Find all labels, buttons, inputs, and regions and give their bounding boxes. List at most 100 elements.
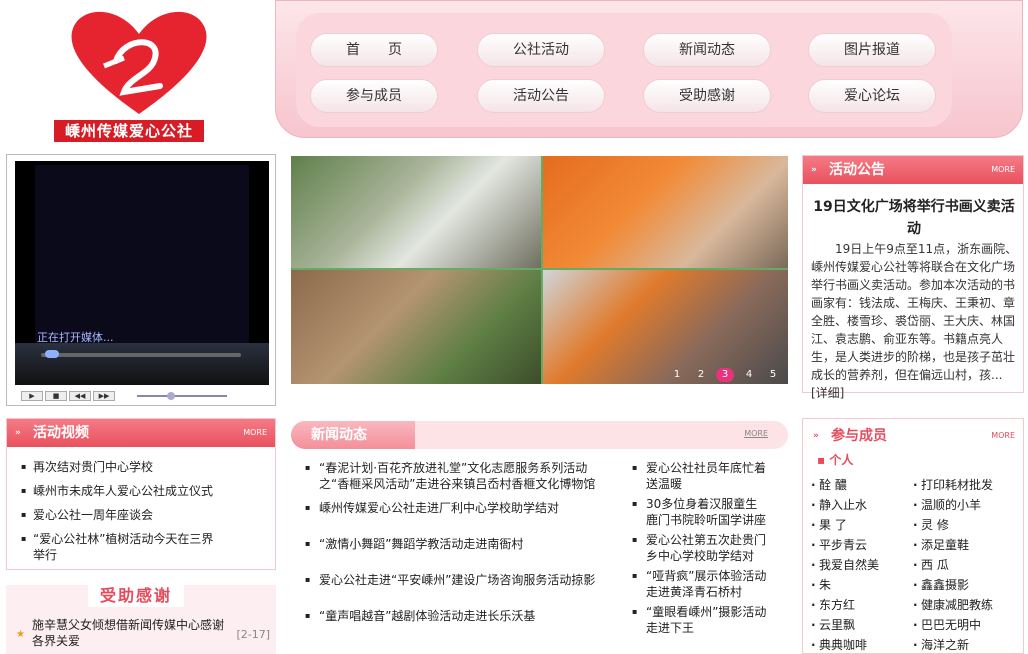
list-item[interactable]: 朱 — [811, 575, 911, 595]
list-item[interactable]: “童声唱越音”越剧体验活动走进长乐沃基 — [305, 608, 619, 624]
list-item[interactable]: 30多位身着汉服童生 鹿门书院聆听国学讲座 — [632, 496, 772, 528]
photo-slideshow[interactable]: 1 2 3 4 5 — [291, 156, 788, 384]
list-item[interactable]: 鑫鑫摄影 — [913, 575, 1023, 595]
list-item[interactable]: 爱心公社第五次赴贵门乡中心学校助学结对 — [632, 532, 772, 564]
main-nav: 首 页 公社活动 新闻动态 图片报道 参与成员 活动公告 受助感谢 爱心论坛 — [275, 0, 1023, 138]
photo-fire-drill[interactable] — [291, 156, 541, 268]
list-item[interactable]: 云里飘 — [811, 615, 911, 635]
activity-video-list: 再次结对贵门中心学校 嵊州市未成年人爱心公社成立仪式 爱心公社一周年座谈会 “爱… — [21, 455, 221, 563]
members-header: » 参与成员 MORE — [803, 419, 1023, 453]
activity-video-more-link[interactable]: MORE — [243, 419, 267, 447]
thanks-heading: 受助感谢 — [88, 585, 184, 607]
list-item[interactable]: 静入止水 — [811, 495, 911, 515]
heart-logo-icon — [71, 11, 207, 115]
slide-page-2[interactable]: 2 — [692, 368, 710, 382]
double-arrow-icon: » — [15, 428, 21, 438]
list-item[interactable]: 嵊州传媒爱心公社走进厂利中心学校助学结对 — [305, 500, 619, 516]
list-item[interactable]: 果 了 — [811, 515, 911, 535]
nav-inner: 首 页 公社活动 新闻动态 图片报道 参与成员 活动公告 受助感谢 爱心论坛 — [296, 13, 952, 127]
nav-home[interactable]: 首 页 — [310, 33, 438, 67]
news-more-link[interactable]: MORE — [744, 429, 768, 438]
members-list-right: 打印耗材批发 温顺的小羊 灵 修 添足童鞋 西 瓜 鑫鑫摄影 健康减肥教练 巴巴… — [913, 475, 1023, 654]
slideshow-pager: 1 2 3 4 5 — [668, 368, 782, 382]
nav-forum[interactable]: 爱心论坛 — [808, 79, 936, 113]
next-icon[interactable]: ▶▶ — [93, 391, 115, 401]
announcement-text: 19日上午9点至11点，浙东画院、嵊州传媒爱心公社等将联合在文化广场举行书画义卖… — [811, 242, 1018, 382]
list-item[interactable]: 爱心公社走进“平安嵊州”建设广场咨询服务活动掠影 — [305, 572, 619, 588]
list-item[interactable]: 健康减肥教练 — [913, 595, 1023, 615]
slide-page-3[interactable]: 3 — [716, 368, 734, 382]
nav-news[interactable]: 新闻动态 — [643, 33, 771, 67]
list-item[interactable]: “春泥计划·百花齐放进礼堂”文化志愿服务系列活动之“香榧采风活动”走进谷来镇吕岙… — [305, 460, 619, 492]
volume-handle[interactable] — [167, 392, 175, 400]
members-subheading: ▪ 个人 — [817, 453, 854, 467]
members-panel: » 参与成员 MORE ▪ 个人 酫 醲 静入止水 果 了 平步青云 我爱自然美… — [802, 418, 1024, 654]
list-item[interactable]: 爱心公社社员年底忙着送温暖 — [632, 460, 772, 492]
list-item[interactable]: 嵊州市未成年人爱心公社成立仪式 — [21, 479, 221, 503]
thanks-item-text[interactable]: 施辛慧父女倾想借新闻传媒中心感谢各界关爱 — [32, 617, 228, 649]
double-arrow-icon: » — [811, 165, 817, 175]
announcement-more-link[interactable]: MORE — [991, 156, 1015, 184]
video-seek-handle[interactable] — [45, 350, 59, 358]
video-player: 正在打开媒体... ▶ ■ ◀◀ ▶▶ — [6, 154, 276, 406]
announcement-body: 19日上午9点至11点，浙东画院、嵊州传媒爱心公社等将联合在文化广场举行书画义卖… — [811, 240, 1019, 402]
photo-elderly-visit[interactable] — [543, 270, 788, 384]
list-item[interactable]: 爱心公社一周年座谈会 — [21, 503, 221, 527]
video-seek-bar[interactable] — [41, 350, 241, 358]
list-item[interactable]: 典典咖啡 — [811, 635, 911, 654]
volume-slider[interactable] — [137, 392, 227, 400]
nav-thanks[interactable]: 受助感谢 — [643, 79, 771, 113]
members-category: 个人 — [829, 453, 854, 467]
video-screen[interactable]: 正在打开媒体... — [15, 161, 269, 385]
photo-street-work[interactable] — [291, 270, 541, 384]
list-item[interactable]: 东方红 — [811, 595, 911, 615]
announcement-panel: » 活动公告 MORE 19日文化广场将举行书画义卖活动 19日上午9点至11点… — [802, 155, 1024, 400]
site-name: 嵊州传媒爱心公社 — [54, 120, 204, 142]
nav-photos[interactable]: 图片报道 — [808, 33, 936, 67]
list-item[interactable]: 酫 醲 — [811, 475, 911, 495]
star-icon: ★ — [16, 629, 25, 640]
thanks-item-date: [2-17] — [236, 628, 270, 641]
news-list-left: “春泥计划·百花齐放进礼堂”文化志愿服务系列活动之“香榧采风活动”走进谷来镇吕岙… — [305, 460, 619, 628]
news-header: 新闻动态 MORE — [291, 421, 788, 449]
announcement-heading: 活动公告 — [829, 162, 885, 178]
list-item[interactable]: “激情小舞蹈”舞蹈学教活动走进南衙村 — [305, 536, 619, 552]
video-canvas — [35, 165, 249, 343]
slide-page-1[interactable]: 1 — [668, 368, 686, 382]
nav-members[interactable]: 参与成员 — [310, 79, 438, 113]
prev-icon[interactable]: ◀◀ — [69, 391, 91, 401]
list-item[interactable]: “爱心公社林”植树活动今天在三界举行 — [21, 531, 221, 563]
play-icon[interactable]: ▶ — [21, 391, 43, 401]
members-heading: 参与成员 — [831, 428, 887, 444]
list-item[interactable]: 添足童鞋 — [913, 535, 1023, 555]
activity-video-header: » 活动视频 MORE — [7, 419, 275, 447]
list-item[interactable]: “哑背疯”展示体验活动走进黄泽青石桥村 — [632, 568, 772, 600]
stop-icon[interactable]: ■ — [45, 391, 67, 401]
list-item[interactable]: 巴巴无明中 — [913, 615, 1023, 635]
activity-video-heading: 活动视频 — [33, 425, 89, 441]
list-item[interactable]: 再次结对贵门中心学校 — [21, 455, 221, 479]
list-item[interactable]: 海洋之新 — [913, 635, 1023, 654]
news-heading: 新闻动态 — [291, 421, 415, 449]
list-item[interactable]: 西 瓜 — [913, 555, 1023, 575]
photo-volunteers-orange[interactable] — [543, 156, 788, 268]
slide-page-4[interactable]: 4 — [740, 368, 758, 382]
announcement-title[interactable]: 19日文化广场将举行书画义卖活动 — [811, 196, 1017, 240]
news-list-right: 爱心公社社员年底忙着送温暖 30多位身着汉服童生 鹿门书院聆听国学讲座 爱心公社… — [632, 460, 772, 640]
list-item[interactable]: 我爱自然美 — [811, 555, 911, 575]
list-item[interactable]: 打印耗材批发 — [913, 475, 1023, 495]
thanks-panel: 受助感谢 ★ 施辛慧父女倾想借新闻传媒中心感谢各界关爱 [2-17] — [6, 585, 276, 654]
list-item[interactable]: “童眼看嵊州”摄影活动走进下王 — [632, 604, 772, 636]
nav-activities[interactable]: 公社活动 — [477, 33, 605, 67]
list-item[interactable]: 灵 修 — [913, 515, 1023, 535]
list-item[interactable]: 温顺的小羊 — [913, 495, 1023, 515]
double-arrow-icon: » — [813, 431, 819, 441]
list-item[interactable]: 平步青云 — [811, 535, 911, 555]
site-logo[interactable]: 嵊州传媒爱心公社 — [30, 6, 240, 142]
members-list-left: 酫 醲 静入止水 果 了 平步青云 我爱自然美 朱 东方红 云里飘 典典咖啡 — [811, 475, 911, 654]
nav-announcements[interactable]: 活动公告 — [477, 79, 605, 113]
list-item[interactable]: ★ 施辛慧父女倾想借新闻传媒中心感谢各界关爱 [2-17] — [16, 617, 270, 649]
members-more-link[interactable]: MORE — [991, 419, 1015, 453]
slide-page-5[interactable]: 5 — [764, 368, 782, 382]
announcement-detail-link[interactable]: [详细] — [811, 386, 844, 400]
